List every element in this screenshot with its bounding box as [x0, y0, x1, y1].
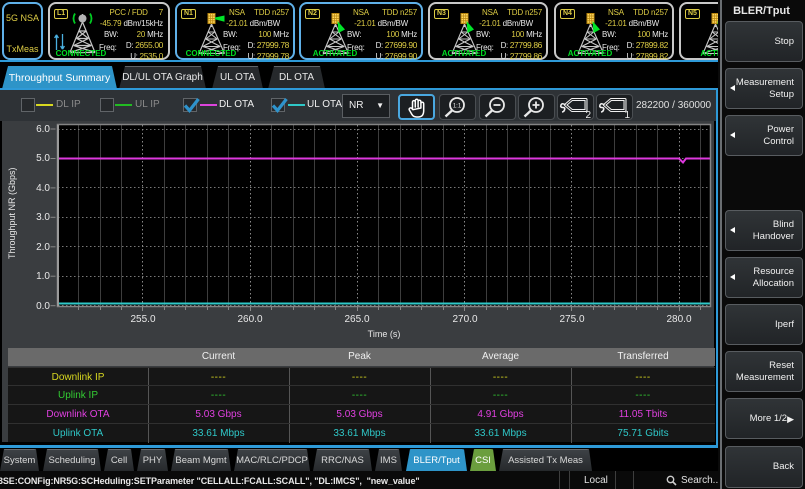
svg-text:1: 1 [624, 110, 630, 119]
svg-text:1:1: 1:1 [453, 104, 462, 110]
svg-text:2: 2 [585, 110, 591, 119]
